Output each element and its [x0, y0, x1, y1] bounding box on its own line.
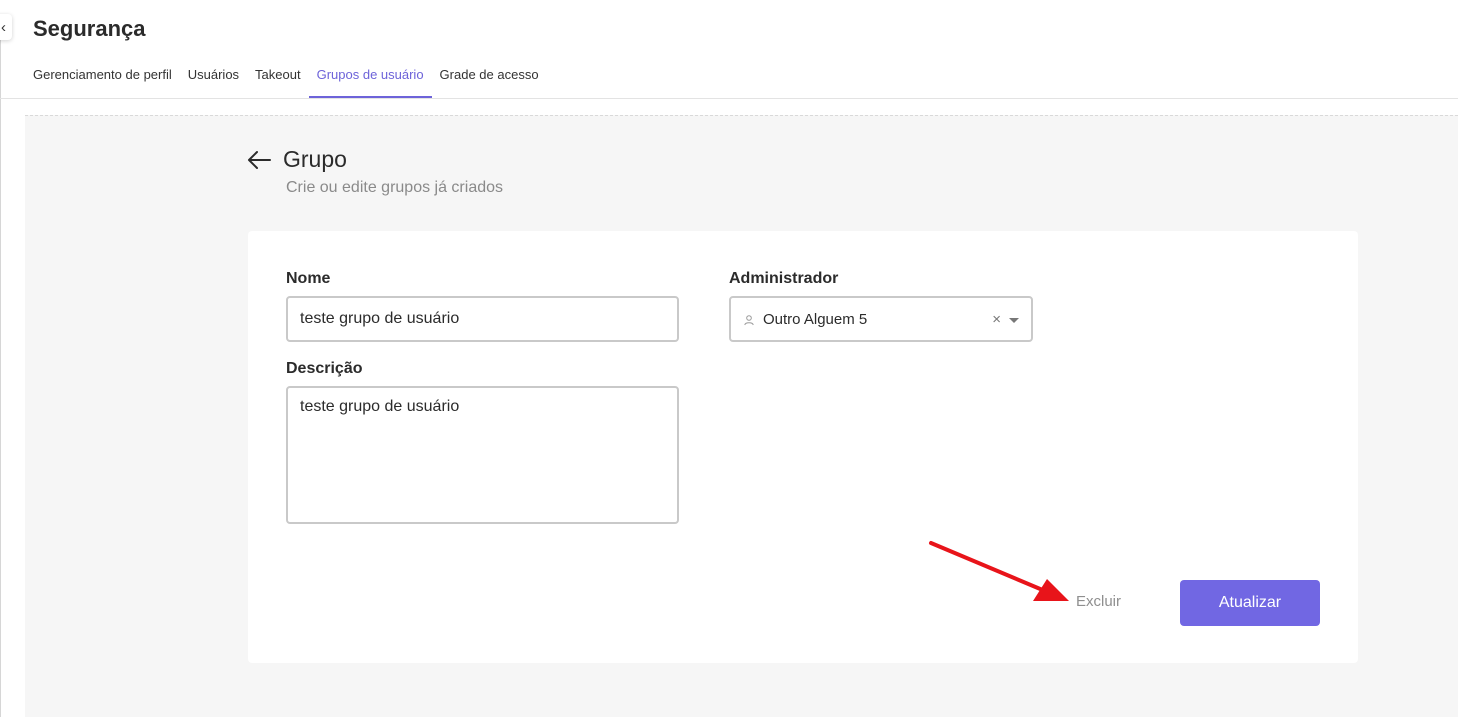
user-icon: [744, 315, 754, 326]
description-textarea[interactable]: teste grupo de usuário: [286, 386, 679, 524]
arrow-left-icon[interactable]: [246, 148, 272, 172]
tab-gerenciamento-de-perfil[interactable]: Gerenciamento de perfil: [25, 56, 180, 98]
page-title: Segurança: [33, 16, 146, 41]
admin-label: Administrador: [729, 270, 839, 287]
update-button[interactable]: Atualizar: [1180, 580, 1320, 626]
admin-select-value: Outro Alguem 5: [763, 310, 868, 328]
section-subtitle: Crie ou edite grupos já criados: [286, 179, 504, 196]
description-label: Descrição: [286, 360, 363, 377]
chevron-down-icon[interactable]: [1009, 317, 1019, 323]
clear-icon[interactable]: ×: [992, 311, 1001, 328]
section-title: Grupo: [283, 146, 347, 172]
tab-takeout[interactable]: Takeout: [247, 56, 309, 98]
tab-bar: Gerenciamento de perfil Usuários Takeout…: [25, 56, 547, 98]
admin-select[interactable]: Outro Alguem 5 ×: [729, 296, 1033, 342]
page: ‹ Segurança Gerenciamento de perfil Usuá…: [0, 0, 1458, 717]
tabs-divider: [0, 98, 1458, 99]
chevron-left-icon: ‹: [1, 18, 6, 36]
name-label: Nome: [286, 270, 331, 287]
delete-button[interactable]: Excluir: [1076, 593, 1121, 610]
sidebar-divider: [0, 36, 1, 717]
annotation-arrow-icon: [929, 541, 1069, 601]
tab-usuarios[interactable]: Usuários: [180, 56, 247, 98]
tab-grade-de-acesso[interactable]: Grade de acesso: [432, 56, 547, 98]
tab-grupos-de-usuario[interactable]: Grupos de usuário: [308, 56, 432, 98]
name-input[interactable]: [286, 296, 679, 342]
sidebar-collapse-button[interactable]: ‹: [0, 14, 12, 40]
